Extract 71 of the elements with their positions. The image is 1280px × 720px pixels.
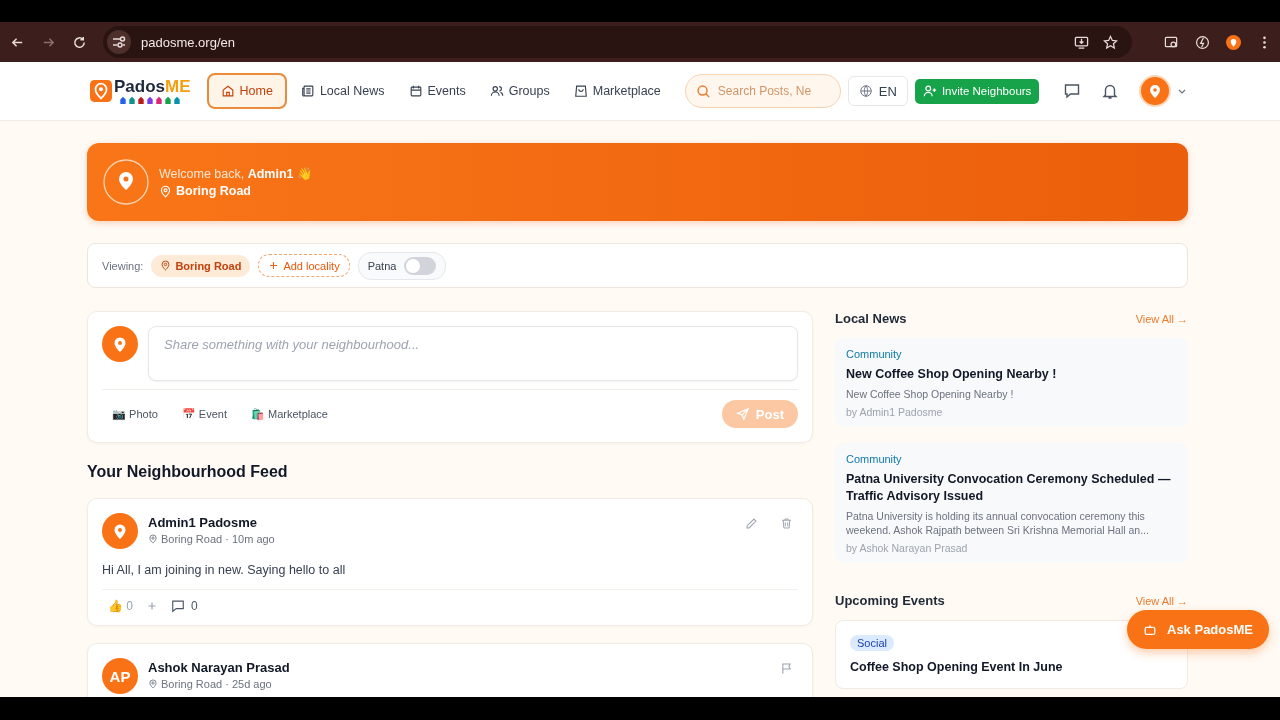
event-title: Coffee Shop Opening Event In June	[850, 660, 1063, 674]
nav-tab[interactable]: Marketplace	[563, 73, 671, 109]
plus-icon	[268, 260, 280, 271]
home-icon	[220, 84, 235, 98]
nav-tab[interactable]: Home	[206, 73, 287, 109]
comment-icon[interactable]	[171, 599, 185, 613]
section-title: Local News	[835, 311, 907, 326]
news-title: Patna University Convocation Ceremony Scheduled — Traffic Advisory Issued	[846, 471, 1172, 505]
install-icon[interactable]	[1074, 34, 1089, 50]
location-pin-icon	[159, 184, 172, 198]
user-avatar: AP	[102, 658, 138, 694]
location-pin-icon	[103, 159, 149, 205]
send-icon	[735, 407, 750, 421]
section-title: Upcoming Events	[835, 593, 945, 608]
nav-tab[interactable]: Groups	[479, 73, 560, 109]
post-text: Hi All, I am joining in new. Saying hello to all	[102, 563, 347, 577]
user-avatar-icon	[102, 326, 138, 362]
robot-icon	[1143, 622, 1157, 637]
nav-tab[interactable]: Events	[398, 73, 476, 109]
language-button[interactable]: EN	[847, 76, 908, 106]
toggle-switch[interactable]	[404, 256, 437, 275]
user-avatar-icon[interactable]	[1139, 75, 1172, 107]
author-name[interactable]: Admin1 Padosme	[148, 515, 275, 530]
news-category: Community	[846, 348, 903, 360]
bookmark-star-icon[interactable]	[1103, 34, 1118, 50]
lens-icon[interactable]	[1164, 34, 1179, 50]
add-user-icon	[922, 84, 937, 98]
location-text: Boring Road	[176, 184, 251, 198]
search-field[interactable]: Search Posts, Ne	[684, 74, 841, 108]
city-label: Patna	[367, 259, 397, 272]
newspaper-icon	[300, 84, 315, 98]
composer-action[interactable]: 🛍 Marketplace	[241, 403, 338, 425]
shopping-bag-icon	[573, 84, 588, 98]
post-meta: Boring Road · 25d ago	[161, 678, 272, 690]
viewing-label: Viewing:	[102, 259, 144, 272]
news-summary: New Coffee Shop Opening Nearby !	[846, 387, 1015, 401]
locality-chip[interactable]: Boring Road	[151, 254, 251, 277]
welcome-text: Welcome back, Admin1 👋	[159, 166, 314, 181]
event-category: Social	[850, 635, 894, 651]
location-pin-icon	[160, 260, 172, 271]
extension-icon[interactable]	[1195, 34, 1210, 50]
logo-text[interactable]: PadosME	[114, 78, 191, 95]
composer-action[interactable]: 📷 Photo	[102, 403, 168, 425]
chat-icon[interactable]	[1063, 82, 1082, 100]
post-meta: Boring Road · 10m ago	[161, 533, 275, 545]
calendar-icon	[408, 84, 423, 98]
author-name[interactable]: Ashok Narayan Prasad	[148, 660, 290, 675]
logo-pin-icon	[90, 80, 112, 102]
site-settings-icon[interactable]	[107, 30, 131, 54]
composer-action[interactable]: 📅 Event	[171, 403, 237, 425]
news-byline: by Ashok Narayan Prasad	[846, 542, 969, 554]
news-byline: by Admin1 Padosme	[846, 406, 944, 418]
bell-icon[interactable]	[1101, 82, 1120, 100]
globe-icon	[858, 84, 873, 98]
news-title: New Coffee Shop Opening Nearby !	[846, 366, 1058, 383]
users-icon	[489, 84, 504, 98]
post-input[interactable]: Share something with your neighbourhood...	[148, 326, 798, 381]
add-locality-button[interactable]: Add locality	[258, 254, 350, 277]
user-avatar-icon	[102, 513, 138, 549]
location-pin-icon	[148, 679, 158, 689]
comment-count: 0	[191, 599, 198, 613]
address-bar[interactable]: padosme.org/en	[103, 26, 1132, 58]
news-card[interactable]: Community New Coffee Shop Opening Nearby ! New Coffee Shop Opening Nearby ! by Admin1 Padosme	[835, 338, 1188, 427]
location-pin-icon	[148, 534, 158, 544]
search-icon	[695, 84, 711, 99]
news-summary: Patna University is holding its annual convocation ceremony this weekend. Ashok Rajpath between Sri Krishna Memorial Hall an...	[846, 509, 1150, 537]
profile-avatar-icon[interactable]	[1226, 34, 1241, 50]
feed-title: Your Neighbourhood Feed	[87, 463, 289, 481]
news-category: Community	[846, 453, 903, 465]
nav-tab[interactable]: Local News	[290, 73, 395, 109]
reload-icon[interactable]	[72, 34, 87, 50]
